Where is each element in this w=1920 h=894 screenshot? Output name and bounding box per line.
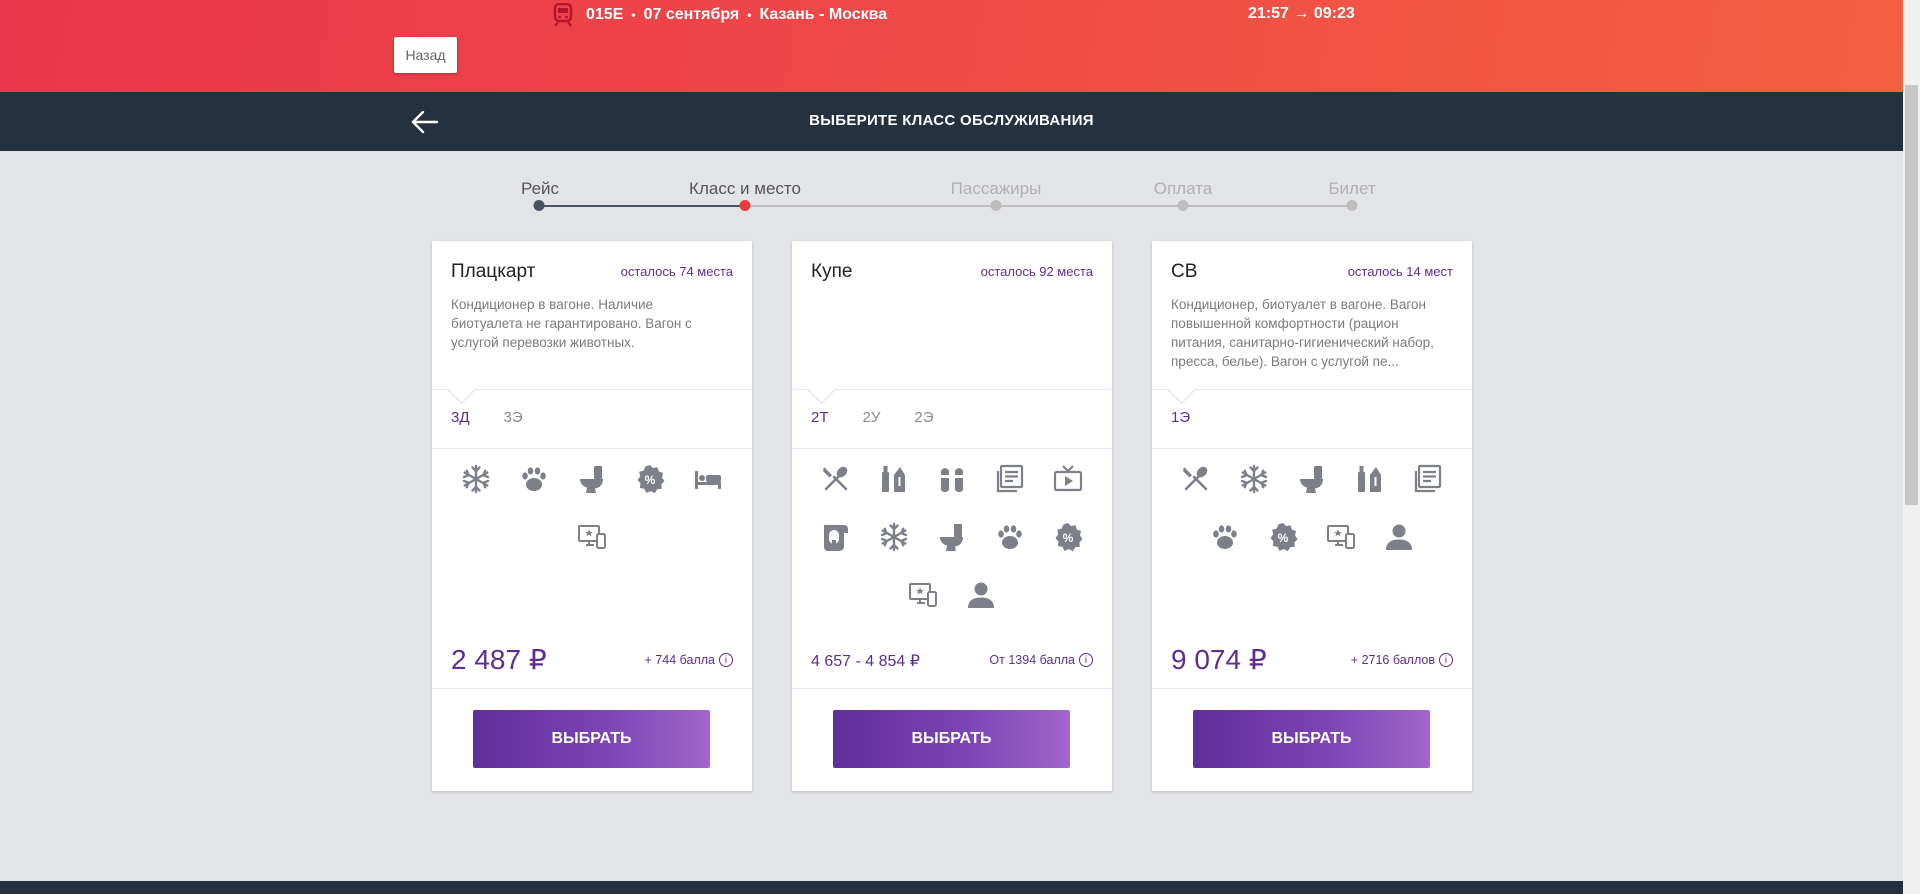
bonus-points: От 1394 балла i <box>989 653 1093 667</box>
class-name: Плацкарт <box>451 261 536 282</box>
bonus-points: + 744 балла i <box>645 653 733 667</box>
amenities-list: % <box>792 463 1112 611</box>
car-type-tabs: 2Т 2У 2Э <box>811 409 934 426</box>
cutlery-icon <box>820 463 852 495</box>
car-type-tab[interactable]: 2У <box>863 409 881 426</box>
toilet-icon <box>936 521 968 553</box>
tab-pointer <box>808 377 835 404</box>
snowflake-icon <box>878 521 910 553</box>
bonus-text: + 2716 баллов <box>1350 653 1435 667</box>
price: 2 487 ₽ <box>451 644 547 675</box>
svg-text:%: % <box>1063 531 1074 545</box>
class-name: СВ <box>1171 261 1198 282</box>
newspaper-icon <box>994 463 1026 495</box>
newspaper-icon <box>1412 463 1444 495</box>
seats-left: осталось 74 места <box>620 264 733 279</box>
divider <box>792 688 1112 689</box>
snowflake-icon <box>460 463 492 495</box>
toilet-icon <box>576 463 608 495</box>
price: 4 657 - 4 854 ₽ <box>811 653 920 670</box>
select-class-button[interactable]: ВЫБРАТЬ <box>1193 710 1430 768</box>
entertainment-icon <box>907 579 939 611</box>
car-type-tab[interactable]: 3Э <box>504 409 523 426</box>
tv-icon <box>1052 463 1084 495</box>
divider <box>792 448 1112 449</box>
car-type-tab[interactable]: 2Т <box>811 409 829 426</box>
scrollbar[interactable] <box>1903 0 1920 894</box>
seats-left: осталось 92 места <box>980 264 1093 279</box>
divider <box>792 389 1112 390</box>
info-icon[interactable]: i <box>719 653 733 667</box>
info-icon[interactable]: i <box>1079 653 1093 667</box>
seats-left: осталось 14 мест <box>1347 264 1453 279</box>
toilet-icon <box>1296 463 1328 495</box>
divider <box>432 688 752 689</box>
divider <box>432 448 752 449</box>
service-class-card: СВ осталось 14 мест Кондиционер, биотуал… <box>1152 241 1472 791</box>
hygiene-kit-icon <box>1354 463 1386 495</box>
person-icon <box>965 579 997 611</box>
svg-text:%: % <box>645 473 656 487</box>
bonus-text: + 744 балла <box>644 653 715 667</box>
cutlery-icon <box>1180 463 1212 495</box>
service-class-card: Купе осталось 92 места 2Т 2У 2Э % 4 657 - … <box>792 241 1112 791</box>
class-description: Кондиционер в вагоне. Наличие биотуалета… <box>451 297 692 350</box>
car-type-tab[interactable]: 1Э <box>1171 409 1190 426</box>
car-type-tabs: 3Д 3Э <box>451 409 523 426</box>
info-icon[interactable]: i <box>1439 653 1453 667</box>
discount-icon: % <box>634 463 666 495</box>
paw-icon <box>994 521 1026 553</box>
footer <box>0 881 1903 894</box>
discount-icon: % <box>1267 521 1299 553</box>
car-type-tabs: 1Э <box>1171 409 1190 426</box>
person-icon <box>1383 521 1415 553</box>
class-description: Кондиционер, биотуалет в вагоне. Вагон п… <box>1171 297 1434 369</box>
svg-text:%: % <box>1278 531 1289 545</box>
tab-pointer <box>1168 377 1195 404</box>
paw-icon <box>518 463 550 495</box>
car-type-tab[interactable]: 3Д <box>451 409 470 426</box>
towel-icon <box>820 521 852 553</box>
bonus-points: + 2716 баллов i <box>1351 653 1453 667</box>
entertainment-icon <box>1325 521 1357 553</box>
snowflake-icon <box>1238 463 1270 495</box>
class-name: Купе <box>811 261 853 282</box>
service-class-card: Плацкарт осталось 74 места Кондиционер в… <box>432 241 752 791</box>
select-class-button[interactable]: ВЫБРАТЬ <box>473 710 710 768</box>
bonus-text: От 1394 балла <box>989 653 1075 667</box>
divider <box>432 389 752 390</box>
discount-icon: % <box>1052 521 1084 553</box>
entertainment-icon <box>576 521 608 553</box>
slippers-icon <box>936 463 968 495</box>
select-class-button[interactable]: ВЫБРАТЬ <box>833 710 1070 768</box>
divider <box>1152 389 1472 390</box>
car-type-tab[interactable]: 2Э <box>914 409 933 426</box>
bed-icon <box>692 463 724 495</box>
amenities-list: % <box>432 463 752 553</box>
hygiene-kit-icon <box>878 463 910 495</box>
amenities-list: % <box>1152 463 1472 553</box>
scrollbar-thumb[interactable] <box>1905 85 1918 505</box>
price: 9 074 ₽ <box>1171 644 1267 675</box>
divider <box>1152 688 1472 689</box>
tab-pointer <box>448 377 475 404</box>
paw-icon <box>1209 521 1241 553</box>
divider <box>1152 448 1472 449</box>
